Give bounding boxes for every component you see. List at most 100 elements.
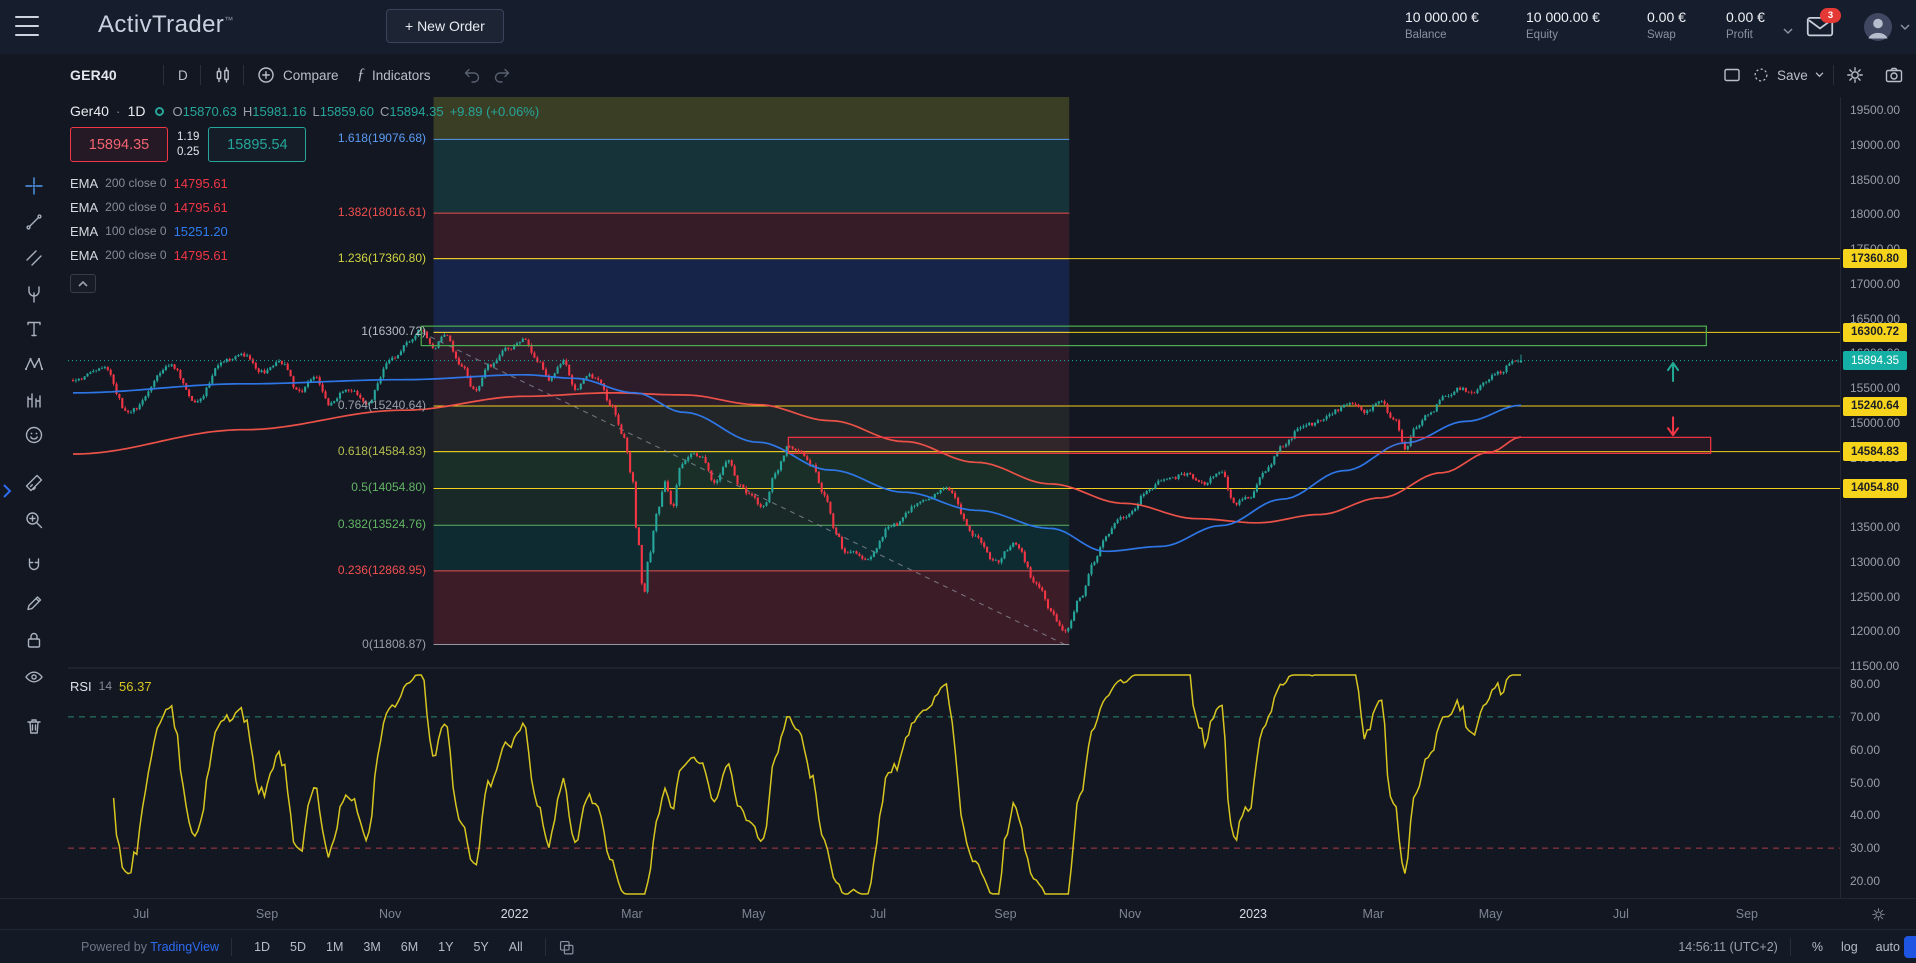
percent-scale-button[interactable]: % [1803, 940, 1832, 954]
timeframe-1d-button[interactable]: 1D [244, 931, 280, 963]
arrow-markers[interactable] [1668, 363, 1678, 435]
tradingview-link[interactable]: TradingView [150, 940, 219, 954]
redo-icon [492, 65, 512, 85]
chart-settings-button[interactable] [1845, 54, 1865, 96]
timezone-settings-button[interactable] [1870, 906, 1887, 923]
redo-button[interactable] [492, 54, 512, 96]
price-tick-label: 13500.00 [1850, 520, 1900, 534]
tool-remove-all-icon[interactable] [24, 716, 44, 736]
legend-interval[interactable]: 1D [128, 103, 146, 119]
price-tick-label: 19000.00 [1850, 138, 1900, 152]
notifications-button[interactable]: 3 [1806, 15, 1834, 37]
clock-display[interactable]: 14:56:11 (UTC+2) [1678, 940, 1777, 954]
swap-display: 0.00 € Swap [1647, 9, 1686, 41]
price-tick-label: 12500.00 [1850, 590, 1900, 604]
symbol-search-button[interactable]: GER40 [70, 54, 117, 96]
toolbar-separator [200, 65, 201, 85]
time-tick-label: Sep [1736, 907, 1758, 921]
tool-text-icon[interactable] [24, 319, 44, 339]
tool-xabcd-pattern-icon[interactable] [24, 354, 44, 374]
save-layout-button[interactable]: Save [1752, 54, 1824, 96]
ray-price-tag: 14584.83 [1843, 442, 1907, 461]
profit-label: Profit [1726, 29, 1765, 41]
time-tick-label: Jul [870, 907, 886, 921]
timeframe-all-button[interactable]: All [499, 931, 533, 963]
balance-label: Balance [1405, 29, 1479, 41]
spread-display: 1.19 0.25 [177, 130, 199, 160]
indicator-row[interactable]: EMA200 close 014795.61 [70, 243, 539, 267]
indicator-legend: EMA200 close 014795.61 EMA200 close 0147… [70, 171, 539, 267]
price-axis[interactable]: 19500.0019000.0018500.0018000.0017500.00… [1840, 97, 1916, 898]
timeframe-5d-button[interactable]: 5D [280, 931, 316, 963]
drawings-panel-expander[interactable] [0, 478, 13, 504]
indicators-button[interactable]: ƒ Indicators [357, 54, 431, 96]
user-avatar[interactable] [1862, 11, 1894, 43]
swap-label: Swap [1647, 29, 1686, 41]
account-chevron-down-icon[interactable] [1783, 28, 1793, 35]
go-to-date-button[interactable] [558, 926, 575, 963]
tool-trend-line-icon[interactable] [24, 212, 44, 232]
sell-button[interactable]: 15894.35 [70, 127, 168, 162]
rsi-tick-label: 50.00 [1850, 776, 1880, 790]
tool-crosshair-icon[interactable] [24, 176, 44, 196]
profit-value: 0.00 € [1726, 9, 1765, 25]
compare-button[interactable]: Compare [256, 54, 339, 96]
time-axis[interactable]: JulSepNov2022MarMayJulSepNov2023MarMayJu… [0, 898, 1916, 930]
auto-scale-button[interactable]: auto [1867, 940, 1902, 954]
cloud-save-icon [1752, 66, 1770, 84]
price-tick-label: 18500.00 [1850, 173, 1900, 187]
log-scale-button[interactable]: log [1832, 940, 1867, 954]
app-logo: ActivTrader™ [98, 11, 234, 39]
avatar-chevron-down-icon[interactable] [1900, 24, 1910, 31]
tool-bars-pattern-icon[interactable] [24, 390, 44, 410]
indicator-row[interactable]: EMA100 close 015251.20 [70, 219, 539, 243]
profit-display: 0.00 € Profit [1726, 9, 1765, 41]
tool-lock-all-icon[interactable] [24, 630, 44, 650]
chart-style-button[interactable] [213, 54, 233, 96]
snapshot-button[interactable] [1884, 54, 1904, 96]
tool-hide-all-icon[interactable] [24, 667, 44, 687]
layout-button[interactable] [1722, 54, 1742, 96]
tool-pitchfork-icon[interactable] [24, 284, 44, 304]
footer-separator [1790, 938, 1791, 956]
indicators-label: Indicators [372, 68, 431, 83]
timeframe-6m-button[interactable]: 6M [391, 931, 428, 963]
rsi-legend[interactable]: RSI 14 56.37 [70, 679, 152, 694]
price-tick-label: 11500.00 [1850, 659, 1899, 673]
tool-emoji-icon[interactable] [24, 425, 44, 445]
tool-zoom-in-icon[interactable] [24, 510, 44, 530]
tool-magnet-icon[interactable] [24, 556, 44, 576]
price-tick-label: 13000.00 [1850, 555, 1900, 569]
gear-icon [1870, 906, 1887, 923]
rsi-tick-label: 60.00 [1850, 743, 1880, 757]
tradingview-attribution[interactable]: Powered by TradingView [81, 940, 219, 954]
save-chevron-down-icon [1815, 72, 1824, 78]
new-order-button[interactable]: + New Order [386, 9, 504, 43]
menu-icon[interactable] [15, 16, 39, 36]
indicator-row[interactable]: EMA200 close 014795.61 [70, 195, 539, 219]
auto-scale-toggle[interactable] [1904, 936, 1916, 958]
ray-price-tag: 16300.72 [1843, 323, 1907, 342]
candlestick-icon [213, 65, 233, 85]
undo-button[interactable] [462, 54, 482, 96]
tool-parallel-channel-icon[interactable] [24, 248, 44, 268]
top-bar: ActivTrader™ + New Order 10 000.00 € Bal… [0, 0, 1916, 55]
tool-measure-icon[interactable] [24, 473, 44, 493]
timeframe-3m-button[interactable]: 3M [353, 931, 390, 963]
tool-drawing-pencil-icon[interactable] [24, 593, 44, 613]
indicator-row[interactable]: EMA200 close 014795.61 [70, 171, 539, 195]
compare-label: Compare [283, 68, 339, 83]
ray-price-tag: 14054.80 [1843, 479, 1907, 498]
time-tick-label: May [1479, 907, 1503, 921]
save-label: Save [1777, 68, 1808, 83]
interval-button[interactable]: D [178, 54, 188, 96]
price-tick-label: 18000.00 [1850, 207, 1900, 221]
legend-symbol[interactable]: Ger40 [70, 103, 109, 119]
legend-collapse-button[interactable] [70, 274, 96, 293]
time-tick-label: Sep [994, 907, 1016, 921]
timeframe-5y-button[interactable]: 5Y [463, 931, 498, 963]
balance-display: 10 000.00 € Balance [1405, 9, 1479, 41]
timeframe-1y-button[interactable]: 1Y [428, 931, 463, 963]
buy-button[interactable]: 15895.54 [208, 127, 306, 162]
timeframe-1m-button[interactable]: 1M [316, 931, 353, 963]
